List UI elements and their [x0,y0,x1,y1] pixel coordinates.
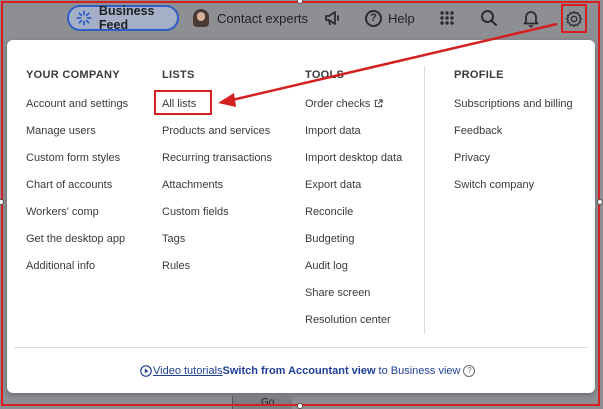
column-heading: LISTS [162,69,195,81]
underlying-page-element: Go [232,396,292,409]
menu-item-get-desktop-app[interactable]: Get the desktop app [26,232,128,259]
column-heading: YOUR COMPANY [26,69,120,81]
menu-item-order-checks-label: Order checks [305,98,371,110]
menu-column-your-company: YOUR COMPANY Account and settings Manage… [26,68,128,286]
expert-avatar [193,9,209,27]
menu-item-export-data[interactable]: Export data [305,178,402,205]
apps-grid-icon[interactable] [437,8,457,28]
dropdown-footer: Video tutorials Switch from Accountant v… [140,363,476,379]
megaphone-icon[interactable] [323,8,343,28]
menu-item-custom-form-styles[interactable]: Custom form styles [26,151,128,178]
menu-item-budgeting[interactable]: Budgeting [305,232,402,259]
external-link-icon [375,99,384,108]
video-tutorials-link[interactable]: Video tutorials [153,365,223,377]
contact-experts-button[interactable]: Contact experts [193,8,308,28]
column-heading: PROFILE [454,69,504,81]
menu-column-profile: PROFILE Subscriptions and billing Feedba… [454,68,573,205]
all-lists-highlight-box [154,90,212,115]
menu-item-feedback[interactable]: Feedback [454,124,573,151]
bell-icon[interactable] [521,8,541,28]
resize-handle [0,199,4,205]
menu-item-privacy[interactable]: Privacy [454,151,573,178]
column-heading: TOOLS [305,69,345,81]
play-circle-icon [140,365,152,377]
menu-item-products-and-services[interactable]: Products and services [162,124,272,151]
menu-column-tools: TOOLS Order checks Import data Import de… [305,68,402,340]
settings-highlight-box [561,4,587,33]
switch-view-link[interactable]: Switch from Accountant view [223,365,376,377]
menu-item-audit-log[interactable]: Audit log [305,259,402,286]
menu-item-tags[interactable]: Tags [162,232,272,259]
switch-view-help-icon[interactable]: ? [463,365,476,377]
menu-item-attachments[interactable]: Attachments [162,178,272,205]
resize-handle [297,403,303,409]
menu-item-recurring-transactions[interactable]: Recurring transactions [162,151,272,178]
footer-divider [14,347,588,348]
help-label: Help [388,10,415,26]
menu-item-order-checks[interactable]: Order checks [305,97,402,124]
menu-item-resolution-center[interactable]: Resolution center [305,313,402,340]
menu-list: Account and settings Manage users Custom… [26,97,128,286]
column-divider [424,66,425,334]
menu-list: Subscriptions and billing Feedback Priva… [454,97,573,205]
menu-item-share-screen[interactable]: Share screen [305,286,402,313]
top-navigation-bar: Business Feed Contact experts ? Help [0,0,603,36]
menu-item-import-data[interactable]: Import data [305,124,402,151]
search-icon[interactable] [479,8,499,28]
help-icon: ? [365,9,382,27]
menu-list: All lists Products and services Recurrin… [162,97,272,286]
menu-item-account-and-settings[interactable]: Account and settings [26,97,128,124]
business-feed-button[interactable]: Business Feed [67,4,179,32]
menu-item-manage-users[interactable]: Manage users [26,124,128,151]
menu-item-import-desktop-data[interactable]: Import desktop data [305,151,402,178]
menu-item-chart-of-accounts[interactable]: Chart of accounts [26,178,128,205]
menu-item-subscriptions-and-billing[interactable]: Subscriptions and billing [454,97,573,124]
switch-view-target[interactable]: to Business view [379,365,461,377]
sparkle-icon [76,10,92,26]
menu-item-additional-info[interactable]: Additional info [26,259,128,286]
menu-item-rules[interactable]: Rules [162,259,272,286]
gear-icon[interactable] [565,10,583,28]
menu-item-reconcile[interactable]: Reconcile [305,205,402,232]
resize-handle [597,199,603,205]
menu-item-workers-comp[interactable]: Workers' comp [26,205,128,232]
menu-item-switch-company[interactable]: Switch company [454,178,573,205]
contact-experts-label: Contact experts [217,10,309,26]
help-button[interactable]: ? Help [365,8,415,28]
menu-item-custom-fields[interactable]: Custom fields [162,205,272,232]
menu-list: Order checks Import data Import desktop … [305,97,402,340]
business-feed-label: Business Feed [98,4,155,32]
settings-dropdown-panel: YOUR COMPANY Account and settings Manage… [7,40,595,393]
